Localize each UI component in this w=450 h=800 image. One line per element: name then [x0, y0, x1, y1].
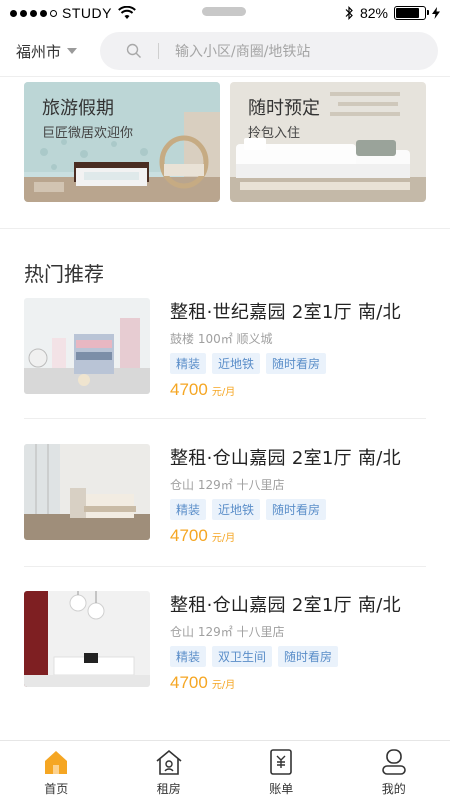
tab-bill-label: 账单 — [269, 782, 294, 796]
tab-mine-label: 我的 — [381, 782, 406, 796]
listing-tag: 精装 — [170, 353, 207, 374]
city-label: 福州市 — [16, 42, 62, 61]
carrier-name: STUDY — [62, 5, 112, 21]
battery-icon — [394, 6, 429, 20]
price-unit: 元/月 — [211, 680, 236, 691]
listing-tag: 精装 — [170, 499, 207, 520]
tab-mine[interactable]: 我的 — [338, 741, 450, 800]
banner-booking-subtitle: 拎包入住 — [248, 126, 301, 141]
listing-card[interactable]: 整租·仓山嘉园 2室1厅 南/北 仓山 129㎡ 十八里店 精装 近地铁 随时看… — [24, 444, 426, 545]
price-value: 4700 — [170, 673, 208, 692]
banner-row: 旅游假期 巨匠微居欢迎你 随时预定 拎包入住 — [24, 82, 426, 202]
search-bar[interactable]: 输入小区/商圈/地铁站 — [100, 32, 438, 70]
signal-strength-icon — [10, 9, 57, 17]
listing-thumbnail — [24, 444, 150, 540]
home-icon — [45, 751, 68, 774]
price-value: 4700 — [170, 380, 208, 399]
listing-meta: 鼓楼 100㎡ 顺义城 — [170, 332, 273, 346]
search-divider — [158, 43, 159, 59]
listing-tag: 随时看房 — [266, 353, 327, 374]
search-input[interactable]: 输入小区/商圈/地铁站 — [175, 41, 310, 61]
tab-rent-label: 租房 — [156, 782, 181, 796]
listing-title: 整租·世纪嘉园 2室1厅 南/北 — [170, 302, 401, 323]
price-unit: 元/月 — [211, 387, 236, 398]
banner-vacation[interactable]: 旅游假期 巨匠微居欢迎你 — [24, 82, 220, 202]
battery-percent: 82% — [359, 5, 388, 21]
listing-tags: 精装 近地铁 随时看房 — [170, 353, 426, 374]
section-divider — [0, 228, 450, 229]
charging-icon — [432, 7, 440, 19]
listing-thumbnail — [24, 591, 150, 687]
bill-icon — [270, 749, 293, 775]
tab-bill[interactable]: 账单 — [225, 741, 338, 800]
wifi-icon — [118, 6, 136, 19]
section-title: 热门推荐 — [24, 262, 104, 286]
header: 福州市 输入小区/商圈/地铁站 — [0, 30, 450, 72]
listing-tag: 随时看房 — [278, 646, 339, 667]
list-divider — [24, 418, 426, 419]
tab-home[interactable]: 首页 — [0, 741, 113, 800]
listing-card[interactable]: 整租·世纪嘉园 2室1厅 南/北 鼓楼 100㎡ 顺义城 精装 近地铁 随时看房… — [24, 298, 426, 399]
caret-down-icon — [67, 48, 78, 54]
listing-tags: 精装 双卫生间 随时看房 — [170, 646, 426, 667]
listing-price: 4700 元/月 — [170, 526, 426, 546]
listing-thumbnail — [24, 298, 150, 394]
banner-booking-title: 随时预定 — [248, 98, 320, 119]
listing-card[interactable]: 整租·仓山嘉园 2室1厅 南/北 仓山 129㎡ 十八里店 精装 双卫生间 随时… — [24, 591, 426, 692]
status-bar: STUDY 82% — [0, 0, 450, 26]
tab-home-label: 首页 — [44, 782, 69, 796]
bluetooth-icon — [345, 6, 353, 20]
tab-rent[interactable]: 租房 — [113, 741, 226, 800]
listing-tag: 近地铁 — [212, 353, 261, 374]
banner-vacation-title: 旅游假期 — [42, 98, 114, 119]
listing-price: 4700 元/月 — [170, 673, 426, 693]
listing-tags: 精装 近地铁 随时看房 — [170, 499, 426, 520]
house-icon — [156, 749, 182, 775]
listing-meta: 仓山 129㎡ 十八里店 — [170, 478, 285, 492]
header-divider — [0, 76, 450, 77]
banner-vacation-subtitle: 巨匠微居欢迎你 — [42, 126, 134, 141]
listing-meta: 仓山 129㎡ 十八里店 — [170, 625, 285, 639]
search-icon — [126, 43, 141, 58]
notch-pill — [202, 7, 246, 16]
listing-title: 整租·仓山嘉园 2室1厅 南/北 — [170, 595, 401, 616]
user-icon — [381, 749, 406, 775]
listing-title: 整租·仓山嘉园 2室1厅 南/北 — [170, 448, 401, 469]
city-selector[interactable]: 福州市 — [16, 41, 100, 62]
list-divider — [24, 566, 426, 567]
listing-tag: 随时看房 — [266, 499, 327, 520]
listing-tag: 精装 — [170, 646, 207, 667]
listing-tag: 双卫生间 — [212, 646, 273, 667]
listing-tag: 近地铁 — [212, 499, 261, 520]
listing-price: 4700 元/月 — [170, 380, 426, 400]
banner-booking[interactable]: 随时预定 拎包入住 — [230, 82, 426, 202]
tab-bar: 首页 租房 账单 我的 — [0, 740, 450, 800]
price-unit: 元/月 — [211, 533, 236, 544]
price-value: 4700 — [170, 526, 208, 545]
